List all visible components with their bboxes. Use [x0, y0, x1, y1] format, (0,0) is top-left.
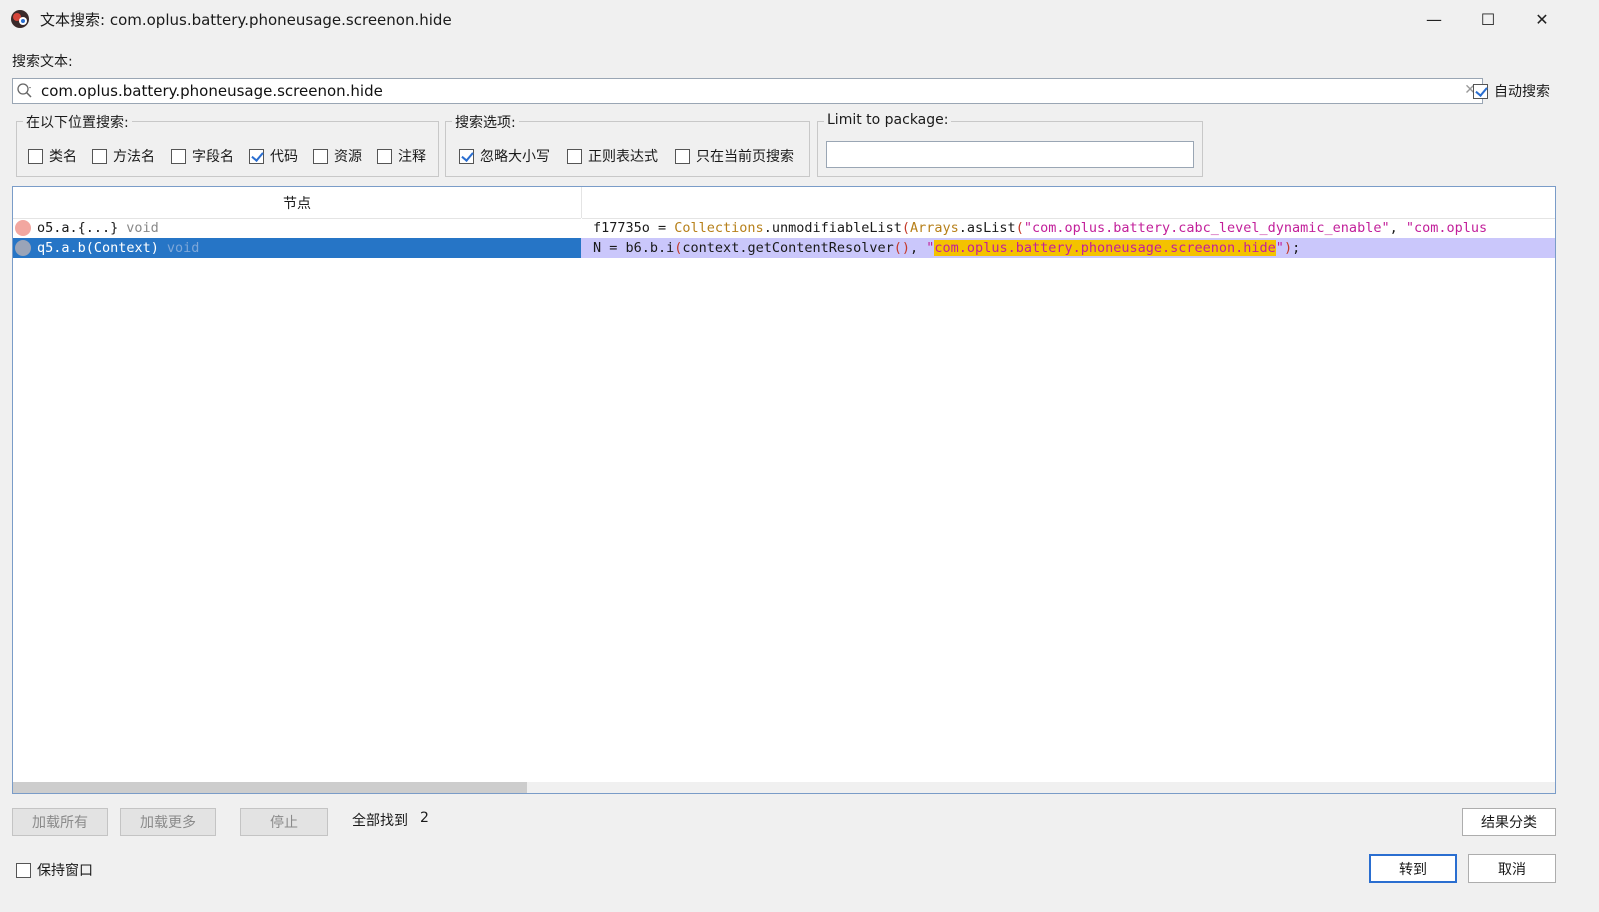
- method-name-label: 方法名: [113, 149, 155, 165]
- ignore-case-label: 忽略大小写: [480, 149, 550, 165]
- title-bar: 文本搜索: com.oplus.battery.phoneusage.scree…: [0, 0, 1599, 38]
- search-input[interactable]: com.oplus.battery.phoneusage.screenon.hi…: [12, 78, 1483, 104]
- node-column-header[interactable]: 节点: [13, 187, 581, 219]
- minimize-button[interactable]: —: [1407, 0, 1461, 38]
- node-cell: o5.a.{...} void: [13, 218, 581, 238]
- search-in-field-name[interactable]: 字段名: [171, 146, 234, 166]
- code-token: context.getContentResolver: [682, 240, 894, 256]
- code-token: "com.oplus: [1405, 220, 1488, 236]
- close-button[interactable]: ✕: [1515, 0, 1569, 38]
- comment-check-icon[interactable]: [377, 148, 392, 164]
- code-token: ": [1275, 240, 1284, 256]
- code-token: (: [674, 240, 683, 256]
- regex-label: 正则表达式: [588, 149, 658, 165]
- node-cell: q5.a.b(Context) void: [13, 238, 581, 258]
- ignore-case-check-icon[interactable]: [459, 148, 474, 164]
- horizontal-scrollbar[interactable]: [13, 782, 1555, 793]
- regex-check-icon[interactable]: [567, 148, 582, 164]
- code-token: ;: [1292, 240, 1301, 256]
- code-token: (: [1015, 220, 1024, 236]
- keep-window-checkbox[interactable]: 保持窗口: [16, 860, 93, 880]
- code-token: Collections: [674, 220, 764, 236]
- table-row[interactable]: q5.a.b(Context) void N = b6.b.i(context.…: [13, 238, 1555, 258]
- auto-search-check-icon[interactable]: [1473, 83, 1488, 99]
- auto-search-label: 自动搜索: [1494, 84, 1550, 100]
- keep-window-check-icon[interactable]: [16, 862, 31, 878]
- code-token: (: [901, 220, 910, 236]
- return-type: void: [126, 220, 159, 236]
- goto-button[interactable]: 转到: [1369, 854, 1457, 883]
- field-name-label: 字段名: [192, 149, 234, 165]
- search-in-method-name[interactable]: 方法名: [92, 146, 155, 166]
- code-token: ,: [910, 240, 927, 256]
- code-label: 代码: [270, 149, 298, 165]
- code-token: N = b6.b.i: [593, 240, 675, 256]
- code-token: Arrays: [910, 220, 959, 236]
- load-more-button[interactable]: 加载更多: [120, 808, 216, 836]
- search-text-label: 搜索文本:: [12, 54, 73, 70]
- results-table: 节点 o5.a.{...} void f17735o = Collections…: [12, 186, 1556, 794]
- code-column-header[interactable]: [582, 187, 1555, 219]
- resource-check-icon[interactable]: [313, 148, 328, 164]
- package-title: Limit to package:: [824, 112, 952, 128]
- code-token: (): [893, 240, 911, 256]
- found-status: 全部找到 2: [352, 810, 429, 830]
- code-token: .unmodifiableList: [763, 220, 902, 236]
- field-name-check-icon[interactable]: [171, 148, 186, 164]
- stop-button[interactable]: 停止: [240, 808, 328, 836]
- ignore-case-option[interactable]: 忽略大小写: [459, 146, 550, 166]
- code-check-icon[interactable]: [249, 148, 264, 164]
- window-title: 文本搜索: com.oplus.battery.phoneusage.scree…: [40, 11, 452, 29]
- package-input[interactable]: [826, 141, 1194, 168]
- current-page-option[interactable]: 只在当前页搜索: [675, 146, 794, 166]
- method-icon: [15, 240, 31, 256]
- load-all-button[interactable]: 加载所有: [12, 808, 108, 836]
- search-options-group: 搜索选项: 忽略大小写 正则表达式 只在当前页搜索: [445, 112, 810, 177]
- node-name: o5.a.{...}: [37, 220, 119, 236]
- package-group: Limit to package:: [817, 112, 1203, 177]
- found-label: 全部找到: [352, 813, 408, 829]
- class-name-check-icon[interactable]: [28, 148, 43, 164]
- search-icon: [17, 83, 32, 98]
- method-name-check-icon[interactable]: [92, 148, 107, 164]
- code-token: "com.oplus.battery.cabc_level_dynamic_en…: [1023, 220, 1390, 236]
- search-value: com.oplus.battery.phoneusage.screenon.hi…: [41, 82, 383, 100]
- regex-option[interactable]: 正则表达式: [567, 146, 658, 166]
- search-options-title: 搜索选项:: [452, 112, 519, 132]
- field-icon: [15, 220, 31, 236]
- maximize-button[interactable]: ☐: [1461, 0, 1515, 38]
- code-token: .asList: [958, 220, 1016, 236]
- jadx-app-icon: [11, 10, 29, 28]
- node-name: q5.a.b(Context): [37, 240, 159, 256]
- resource-label: 资源: [334, 149, 362, 165]
- comment-label: 注释: [398, 149, 426, 165]
- auto-search-checkbox[interactable]: 自动搜索: [1473, 81, 1550, 101]
- code-token: com.oplus.battery.phoneusage.screenon.hi…: [934, 240, 1276, 256]
- code-token: ): [1283, 240, 1293, 256]
- class-name-label: 类名: [49, 149, 77, 165]
- current-page-check-icon[interactable]: [675, 148, 690, 164]
- search-in-comment[interactable]: 注释: [377, 146, 426, 166]
- cancel-button[interactable]: 取消: [1468, 854, 1556, 883]
- search-in-group: 在以下位置搜索: 类名 方法名 字段名 代码 资源 注释: [16, 112, 439, 177]
- group-results-button[interactable]: 结果分类: [1462, 808, 1556, 836]
- search-in-resource[interactable]: 资源: [313, 146, 362, 166]
- current-page-label: 只在当前页搜索: [696, 149, 794, 165]
- table-row[interactable]: o5.a.{...} void f17735o = Collections .un…: [13, 218, 1555, 238]
- search-in-title: 在以下位置搜索:: [23, 112, 132, 132]
- search-in-code[interactable]: 代码: [249, 146, 298, 166]
- found-count: 2: [420, 810, 429, 826]
- code-token: f17735o =: [593, 220, 675, 236]
- return-type: void: [166, 240, 200, 256]
- code-cell: N = b6.b.i(context.getContentResolver(),…: [581, 238, 1555, 258]
- search-in-class-name[interactable]: 类名: [28, 146, 77, 166]
- code-token: ,: [1389, 220, 1406, 236]
- code-token: ": [926, 240, 935, 256]
- keep-window-label: 保持窗口: [37, 863, 93, 879]
- scrollbar-thumb[interactable]: [13, 782, 527, 793]
- code-cell: f17735o = Collections .unmodifiableList(A…: [581, 218, 1555, 238]
